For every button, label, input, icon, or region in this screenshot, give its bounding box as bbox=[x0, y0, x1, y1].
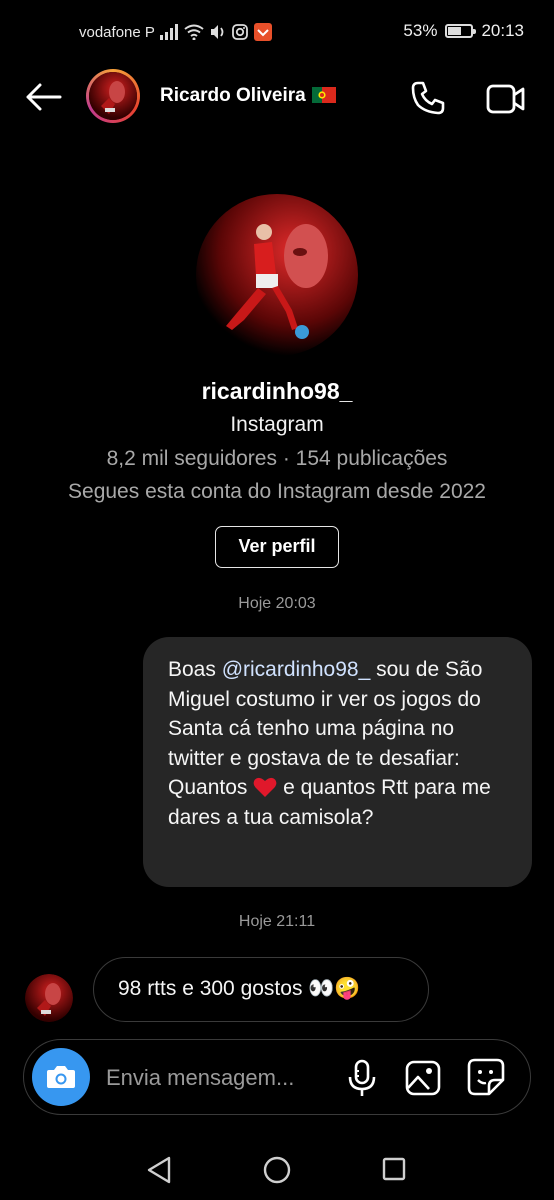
instagram-notification-icon bbox=[232, 24, 248, 40]
received-message-bubble[interactable]: 98 rtts e 300 gostos 👀🤪 bbox=[93, 957, 429, 1022]
avatar-image bbox=[25, 974, 73, 1022]
phone-icon[interactable] bbox=[410, 80, 446, 116]
portugal-flag-icon bbox=[311, 87, 336, 103]
volume-icon bbox=[211, 25, 224, 39]
chat-header: Ricardo Oliveira bbox=[0, 64, 554, 130]
battery-level-fill bbox=[448, 27, 462, 35]
app-notification-icon bbox=[254, 23, 272, 41]
message-input[interactable] bbox=[104, 1060, 348, 1096]
signal-icon bbox=[160, 24, 178, 40]
profile-image bbox=[196, 194, 358, 356]
avatar-image bbox=[89, 72, 137, 120]
carrier-name: vodafone P bbox=[79, 24, 155, 41]
wifi-icon bbox=[184, 24, 204, 40]
message-timestamp: Hoje 21:11 bbox=[238, 913, 316, 930]
follow-since: Segues esta conta do Instagram desde 202… bbox=[68, 480, 486, 503]
message-composer bbox=[23, 1039, 531, 1115]
system-nav-bar bbox=[0, 1140, 554, 1200]
camera-button[interactable] bbox=[32, 1048, 90, 1106]
battery-icon bbox=[445, 24, 477, 38]
message-timestamp: Hoje 20:03 bbox=[238, 595, 316, 612]
profile-username: ricardinho98_ bbox=[201, 378, 353, 404]
profile-stats: 8,2 mil seguidores · 154 publicações bbox=[106, 447, 448, 470]
clock: 20:13 bbox=[481, 21, 524, 40]
nav-recents-icon[interactable] bbox=[382, 1157, 406, 1181]
sent-message-bubble[interactable]: Boas @ricardinho98_ sou de São Miguel co… bbox=[143, 637, 532, 887]
mention-link[interactable]: @ricardinho98_ bbox=[222, 658, 371, 681]
battery-percent: 53% bbox=[403, 21, 438, 40]
profile-picture[interactable] bbox=[196, 194, 358, 356]
camera-icon bbox=[47, 1066, 75, 1088]
video-camera-icon[interactable] bbox=[486, 82, 526, 116]
nav-home-icon[interactable] bbox=[263, 1156, 291, 1184]
microphone-icon[interactable] bbox=[344, 1058, 380, 1098]
back-arrow-icon[interactable] bbox=[24, 82, 62, 112]
red-heart-emoji bbox=[253, 777, 277, 797]
sticker-icon[interactable] bbox=[467, 1058, 505, 1096]
contact-name[interactable]: Ricardo Oliveira bbox=[160, 85, 336, 107]
view-profile-button[interactable]: Ver perfil bbox=[215, 526, 339, 568]
gallery-icon[interactable] bbox=[405, 1060, 441, 1096]
contact-avatar[interactable] bbox=[86, 69, 140, 123]
nav-back-icon[interactable] bbox=[146, 1156, 172, 1184]
profile-platform: Instagram bbox=[230, 413, 324, 436]
sender-avatar[interactable] bbox=[25, 974, 73, 1022]
status-bar: vodafone P 53% 20:13 bbox=[0, 0, 554, 64]
